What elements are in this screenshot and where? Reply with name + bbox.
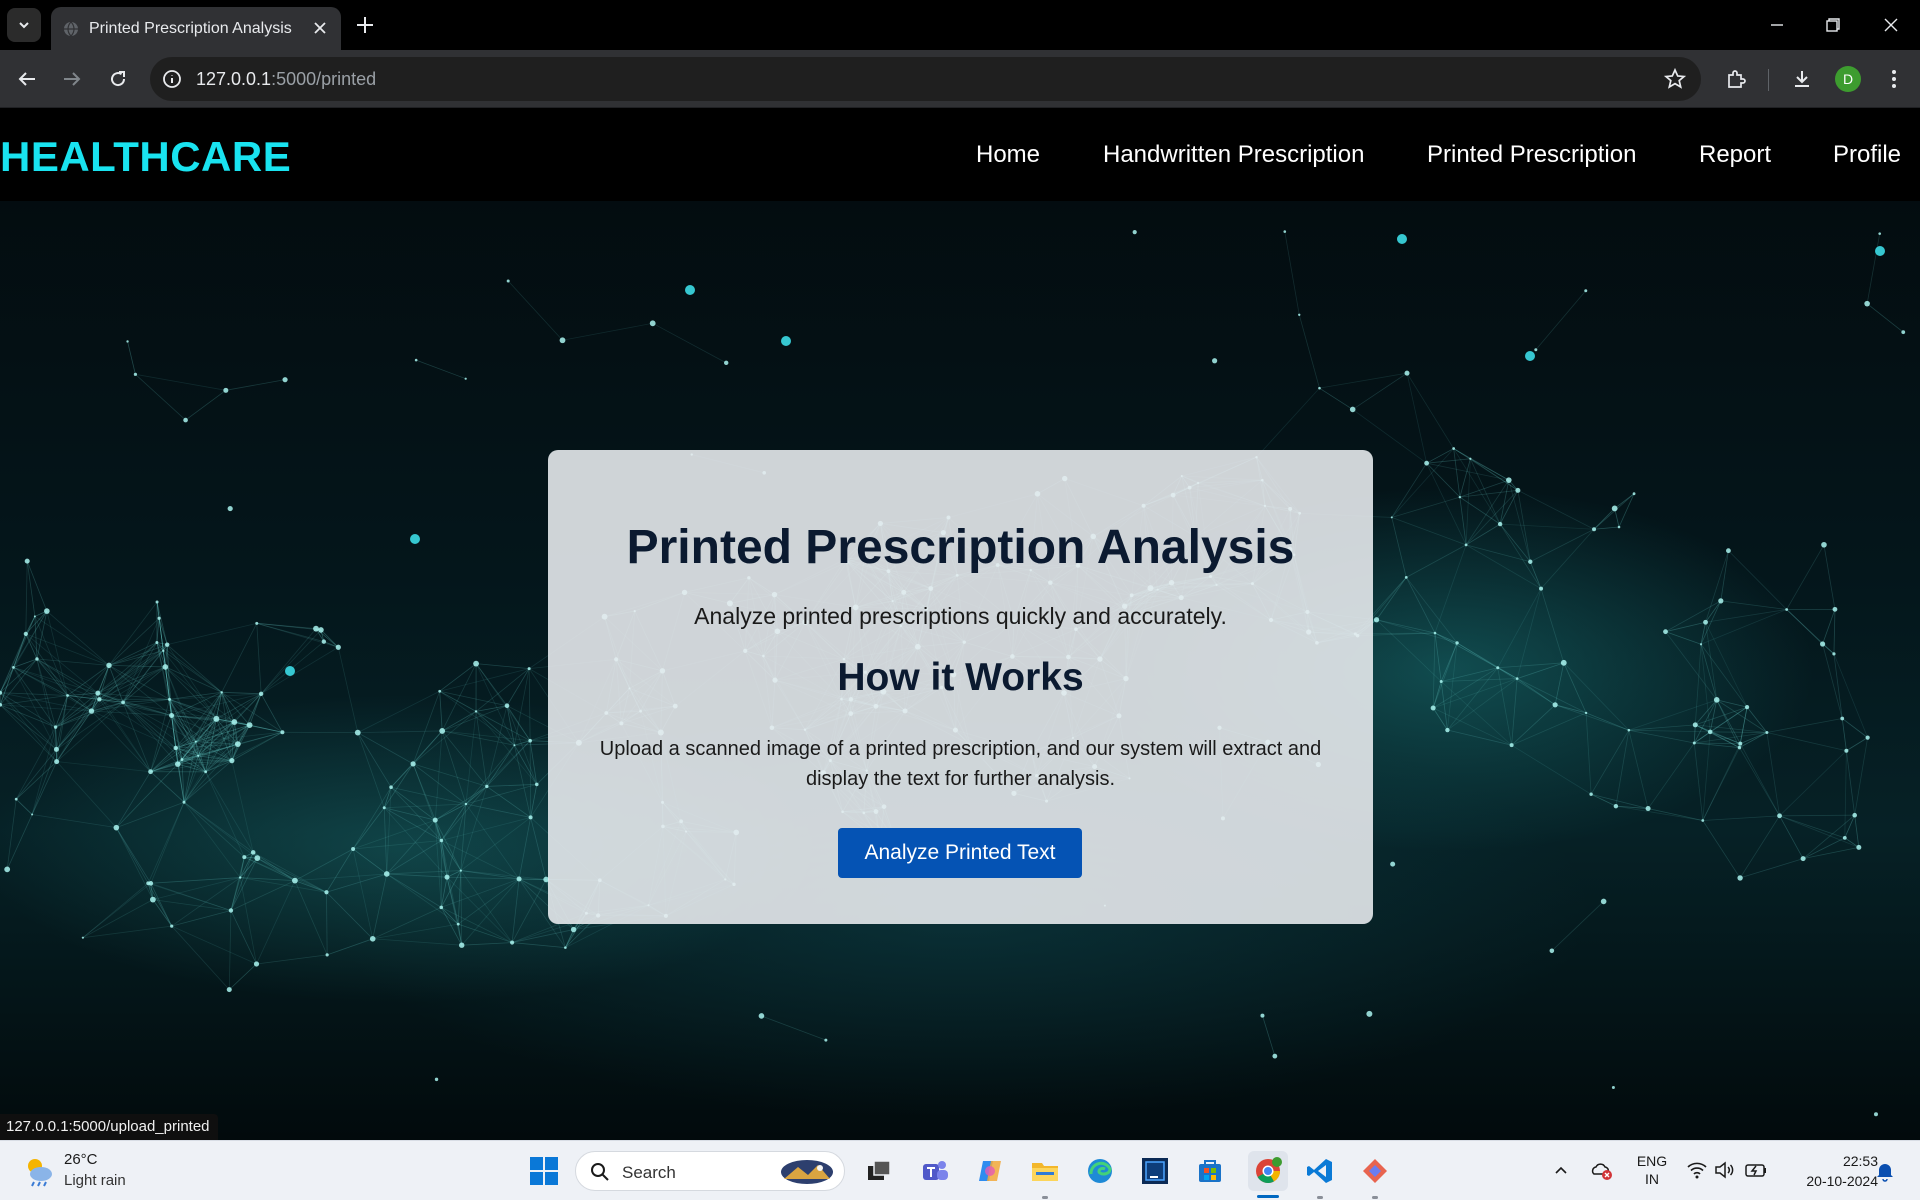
status-bar-url: 127.0.0.1:5000/upload_printed [0,1114,218,1140]
copilot-app[interactable] [972,1153,1008,1189]
page-subtitle: Analyze printed prescriptions quickly an… [694,603,1227,629]
store-icon [1199,1160,1221,1182]
vscode-app[interactable] [1302,1153,1338,1189]
volume-icon[interactable] [1714,1160,1736,1180]
site-logo[interactable]: HEALTHCARE [0,133,291,181]
browser-toolbar: 127.0.0.1:5000/printed D [0,50,1920,108]
chevron-up-icon[interactable] [1552,1161,1570,1179]
kebab-menu-icon[interactable] [1882,67,1906,91]
address-bar[interactable]: 127.0.0.1:5000/printed [150,57,1701,101]
page-title: Printed Prescription Analysis [626,521,1295,574]
start-button[interactable] [526,1153,562,1189]
nav-printed-prescription[interactable]: Printed Prescription [1427,141,1636,169]
clock-time: 22:53 [1842,1153,1878,1169]
nav-profile[interactable]: Profile [1833,141,1901,169]
reload-icon[interactable] [106,67,130,91]
copilot-icon [979,1161,1001,1181]
toolbar-separator [1768,69,1769,91]
region-code: IN [1645,1171,1659,1187]
git-running-indicator [1372,1196,1378,1199]
minimize-icon[interactable] [1764,12,1790,38]
windows-taskbar: 26°C Light rain Search ENG IN 22:53 20-1… [0,1140,1920,1200]
weather-temperature: 26°C [64,1151,98,1168]
browser-tab[interactable]: Printed Prescription Analysis [51,7,341,50]
forward-arrow-icon[interactable] [60,67,84,91]
language-indicator[interactable]: ENG IN [1632,1152,1672,1188]
restore-icon[interactable] [1820,12,1846,38]
clock-date: 20-10-2024 [1806,1173,1878,1189]
teams-icon [923,1161,948,1180]
extensions-icon[interactable] [1724,67,1748,91]
teams-app[interactable] [917,1153,953,1189]
notification-bell-icon[interactable] [1874,1160,1896,1182]
web-page: HEALTHCARE Home Handwritten Prescription… [0,109,1920,1140]
bookmark-star-icon[interactable] [1663,67,1687,91]
edge-icon [1088,1159,1112,1183]
task-view-icon [868,1160,891,1180]
chevron-down-icon [19,22,29,29]
search-placeholder: Search [622,1163,676,1182]
vscode-icon [1307,1159,1332,1183]
tab-title: Printed Prescription Analysis [89,20,292,37]
weather-rain-icon[interactable] [22,1154,56,1188]
store-app[interactable] [1192,1153,1228,1189]
analysis-card: Printed Prescription Analysis Analyze pr… [548,450,1373,924]
wifi-icon[interactable] [1686,1160,1708,1180]
battery-icon[interactable] [1744,1160,1768,1180]
chrome-active-indicator [1257,1195,1279,1198]
vscode-running-indicator [1317,1196,1323,1199]
pycharm-app[interactable] [1137,1153,1173,1189]
file-explorer-app[interactable] [1027,1153,1063,1189]
folder-icon [1032,1163,1058,1181]
site-info-icon[interactable] [160,67,184,91]
profile-avatar[interactable]: D [1835,66,1861,92]
taskbar-search[interactable]: Search [575,1151,845,1191]
back-arrow-icon[interactable] [15,67,39,91]
globe-icon [64,21,78,37]
nav-handwritten-prescription[interactable]: Handwritten Prescription [1103,141,1364,169]
diamond-app-icon [1363,1159,1387,1183]
code-editor-icon [1142,1158,1168,1184]
git-app[interactable] [1357,1153,1393,1189]
system-clock[interactable]: 22:53 20-10-2024 [1806,1151,1878,1191]
nav-report[interactable]: Report [1699,141,1771,169]
site-header: HEALTHCARE Home Handwritten Prescription… [0,109,1920,201]
new-tab-icon[interactable] [354,14,376,36]
explorer-running-indicator [1042,1196,1048,1199]
url-text: 127.0.0.1:5000/printed [196,69,377,89]
how-it-works-heading: How it Works [837,656,1084,699]
chrome-app[interactable] [1248,1151,1288,1191]
nav-home[interactable]: Home [976,141,1040,169]
analyze-printed-text-button[interactable]: Analyze Printed Text [838,828,1082,878]
chrome-icon [1256,1157,1282,1184]
search-icon [591,1163,609,1181]
search-highlight-icon [781,1160,833,1184]
download-icon[interactable] [1790,67,1814,91]
onedrive-icon[interactable] [1589,1159,1613,1181]
how-it-works-text: Upload a scanned image of a printed pres… [599,738,1322,790]
tab-search-button[interactable] [7,8,41,42]
browser-tab-strip: Printed Prescription Analysis [0,0,1920,50]
close-icon[interactable] [311,19,329,37]
edge-app[interactable] [1082,1153,1118,1189]
window-close-icon[interactable] [1878,12,1904,38]
task-view-button[interactable] [861,1153,897,1189]
language-code: ENG [1636,1153,1668,1169]
windows-logo-icon [530,1157,558,1185]
weather-description: Light rain [64,1172,126,1189]
